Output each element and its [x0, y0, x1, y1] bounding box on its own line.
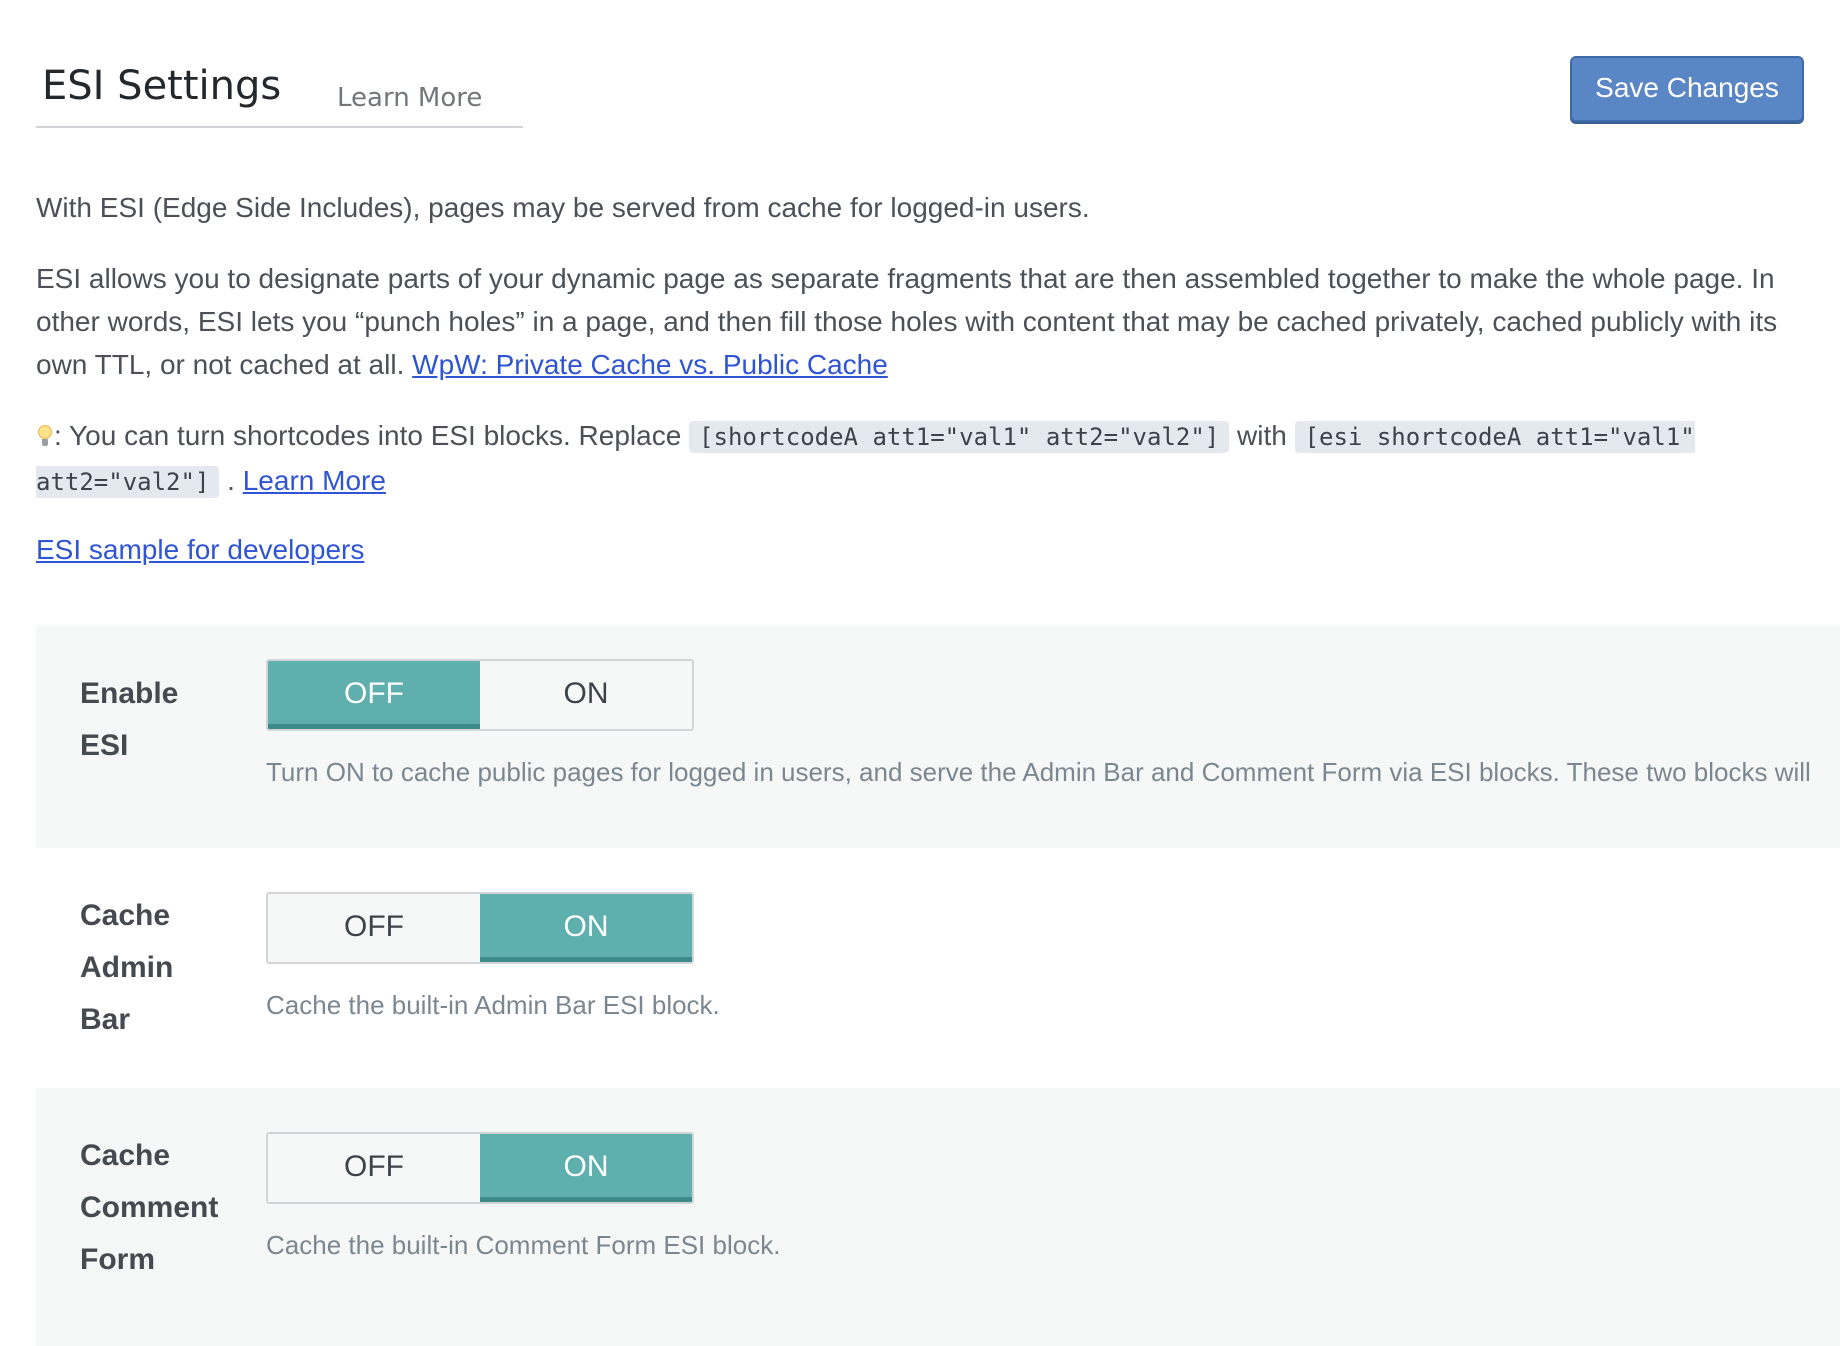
- cache-comment-form-on-option[interactable]: ON: [480, 1134, 692, 1202]
- cache-comment-form-off-option[interactable]: OFF: [268, 1134, 480, 1202]
- esi-sample-developers-link[interactable]: ESI sample for developers: [36, 534, 364, 565]
- setting-label-cache-comment-form: Cache Comment Form: [80, 1139, 219, 1276]
- setting-row-cache-comment-form: Cache Comment Form OFF ON Cache the buil…: [36, 1088, 1840, 1346]
- intro-paragraph: ESI allows you to designate parts of you…: [36, 257, 1826, 386]
- intro-paragraph-text: ESI allows you to designate parts of you…: [36, 263, 1778, 380]
- tip-prefix: : You can turn shortcodes into ESI block…: [54, 420, 682, 451]
- setting-label-enable-esi: Enable ESI: [80, 677, 179, 762]
- page-header: ESI Settings Learn More: [36, 58, 523, 128]
- tip-learn-more-link[interactable]: Learn More: [243, 465, 386, 496]
- shortcode-example: [shortcodeA att1="val1" att2="val2"]: [689, 421, 1230, 453]
- cache-admin-bar-toggle: OFF ON: [266, 892, 694, 964]
- learn-more-header-link[interactable]: Learn More: [337, 85, 482, 111]
- tip-with: with: [1237, 420, 1287, 451]
- enable-esi-toggle: OFF ON: [266, 659, 694, 731]
- private-public-cache-link[interactable]: WpW: Private Cache vs. Public Cache: [412, 349, 888, 380]
- setting-desc-cache-comment-form: Cache the built-in Comment Form ESI bloc…: [266, 1230, 781, 1260]
- setting-row-cache-admin-bar: Cache Admin Bar OFF ON Cache the built-i…: [36, 848, 1840, 1088]
- setting-row-enable-esi: Enable ESI OFF ON Turn ON to cache publi…: [36, 626, 1840, 848]
- setting-label-cache-admin-bar: Cache Admin Bar: [80, 899, 174, 1036]
- cache-comment-form-toggle: OFF ON: [266, 1132, 694, 1204]
- tip-separator: .: [227, 465, 235, 496]
- page-title: ESI Settings: [42, 63, 282, 109]
- setting-desc-enable-esi: Turn ON to cache public pages for logged…: [266, 757, 1811, 787]
- intro-line: With ESI (Edge Side Includes), pages may…: [36, 192, 1090, 223]
- save-changes-button[interactable]: Save Changes: [1570, 56, 1804, 122]
- enable-esi-on-option[interactable]: ON: [480, 661, 692, 729]
- enable-esi-off-option[interactable]: OFF: [268, 661, 480, 729]
- cache-admin-bar-off-option[interactable]: OFF: [268, 894, 480, 962]
- shortcode-tip: : You can turn shortcodes into ESI block…: [36, 414, 1826, 504]
- dev-sample-line: ESI sample for developers: [36, 528, 1826, 571]
- lightbulb-icon: [36, 425, 54, 447]
- cache-admin-bar-on-option[interactable]: ON: [480, 894, 692, 962]
- setting-desc-cache-admin-bar: Cache the built-in Admin Bar ESI block.: [266, 990, 720, 1020]
